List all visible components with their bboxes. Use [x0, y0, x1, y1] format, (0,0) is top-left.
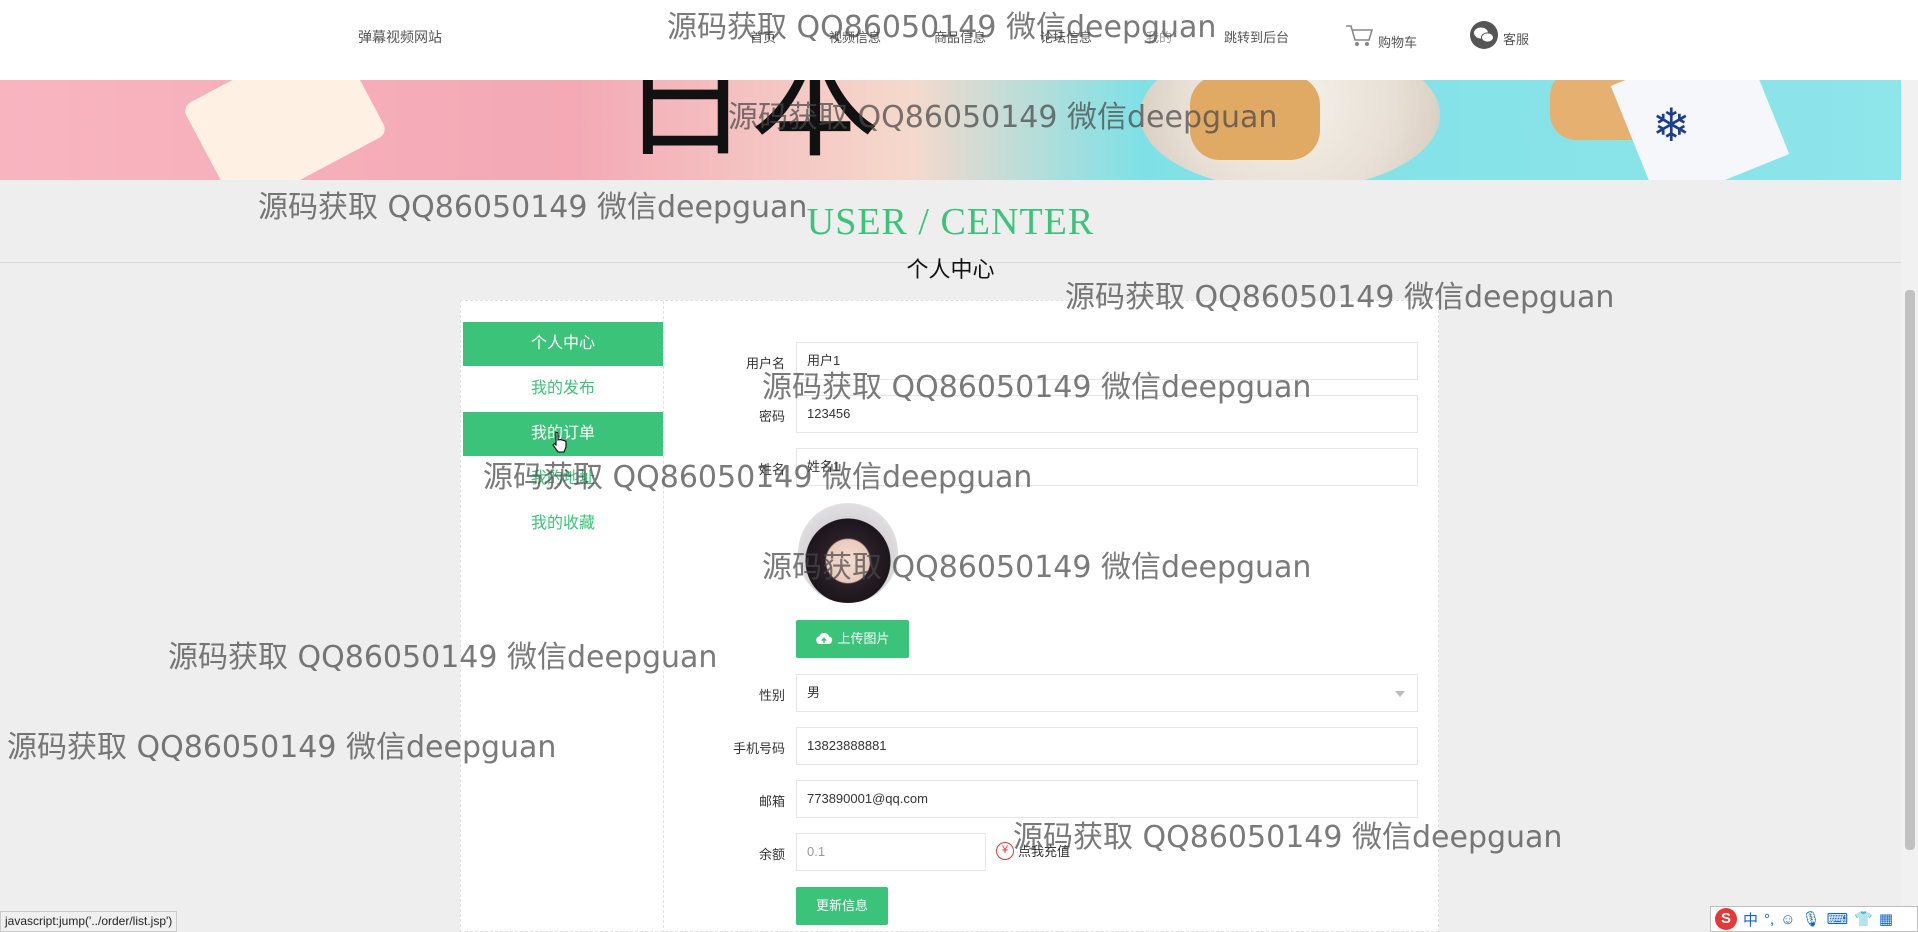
- banner-image: 日本 ❄: [0, 80, 1901, 180]
- wechat-icon: [1470, 21, 1498, 49]
- avatar: [798, 503, 898, 603]
- gender-select[interactable]: 男: [796, 674, 1418, 712]
- section-title-cn: 个人中心: [906, 257, 995, 282]
- scrollbar-thumb[interactable]: [1905, 290, 1915, 850]
- sogou-logo-icon: S: [1715, 908, 1737, 930]
- balance-label: 余额: [758, 847, 785, 862]
- browser-status-bar: javascript:jump('../order/list.jsp'): [0, 911, 178, 932]
- top-navbar: 弹幕视频网站 首页 视频信息 商品信息 论坛信息 我的 跳转到后台 购物车 客服: [0, 0, 1918, 80]
- sidebar-item-posts[interactable]: 我的发布: [463, 367, 663, 411]
- section-title-en: USER / CENTER: [806, 201, 1095, 243]
- recharge-link[interactable]: ¥ 点我充值: [996, 841, 1070, 860]
- user-center-panel: 个人中心 我的发布 我的订单 我的地址 我的收藏 用户名 用户1 密码 1234…: [460, 300, 1439, 932]
- password-label: 密码: [758, 409, 785, 424]
- email-field[interactable]: 773890001@qq.com: [796, 780, 1418, 818]
- banner-graphic: 日本: [620, 80, 881, 176]
- service-link[interactable]: 客服: [1469, 20, 1529, 50]
- mic-icon[interactable]: 🎙: [1802, 910, 1821, 928]
- balance-field[interactable]: 0.1: [796, 833, 986, 871]
- name-label: 姓名: [758, 462, 785, 477]
- nav-forum[interactable]: 论坛信息: [1040, 27, 1092, 46]
- emoji-icon[interactable]: ☺: [1780, 911, 1795, 928]
- grid-icon[interactable]: ▦: [1879, 910, 1893, 928]
- cloud-upload-icon: [816, 632, 833, 644]
- update-info-button[interactable]: 更新信息: [796, 887, 888, 925]
- email-label: 邮箱: [758, 794, 785, 809]
- username-field[interactable]: 用户1: [796, 342, 1418, 380]
- name-field[interactable]: 姓名1: [796, 448, 1418, 486]
- upload-image-button[interactable]: 上传图片: [796, 620, 909, 658]
- sidebar-item-favorites[interactable]: 我的收藏: [463, 502, 663, 546]
- sidebar-item-profile[interactable]: 个人中心: [463, 322, 663, 366]
- username-label: 用户名: [745, 356, 785, 371]
- phone-field[interactable]: 13823888881: [796, 727, 1418, 765]
- upload-image-label: 上传图片: [837, 631, 890, 646]
- nav-home[interactable]: 首页: [750, 27, 776, 46]
- cart-label: 购物车: [1378, 35, 1418, 50]
- chevron-down-icon: [1395, 691, 1405, 697]
- nav-videos[interactable]: 视频信息: [829, 27, 881, 46]
- phone-label: 手机号码: [732, 741, 785, 756]
- sidebar: 个人中心 我的发布 我的订单 我的地址 我的收藏: [461, 301, 664, 932]
- nav-products[interactable]: 商品信息: [934, 27, 986, 46]
- yen-icon: ¥: [996, 841, 1014, 860]
- sidebar-item-address[interactable]: 我的地址: [463, 457, 663, 501]
- service-label: 客服: [1503, 31, 1530, 47]
- gender-label: 性别: [758, 688, 785, 703]
- hand-cursor-icon: [552, 431, 567, 453]
- nav-mine[interactable]: 我的: [1146, 27, 1172, 46]
- punctuation-icon[interactable]: °,: [1764, 911, 1774, 928]
- cart-icon: [1346, 24, 1374, 46]
- nav-admin[interactable]: 跳转到后台: [1224, 27, 1289, 46]
- keyboard-icon[interactable]: ⌨: [1827, 910, 1849, 928]
- cart-link[interactable]: 购物车: [1344, 20, 1417, 51]
- gender-value: 男: [807, 685, 821, 700]
- recharge-label: 点我充值: [1018, 844, 1071, 859]
- site-title[interactable]: 弹幕视频网站: [358, 27, 442, 47]
- skin-icon[interactable]: 👕: [1854, 910, 1873, 928]
- ime-language[interactable]: 中: [1743, 909, 1758, 930]
- password-field[interactable]: 123456: [796, 395, 1418, 433]
- ime-toolbar[interactable]: S 中 °, ☺ 🎙 ⌨ 👕 ▦: [1710, 906, 1918, 932]
